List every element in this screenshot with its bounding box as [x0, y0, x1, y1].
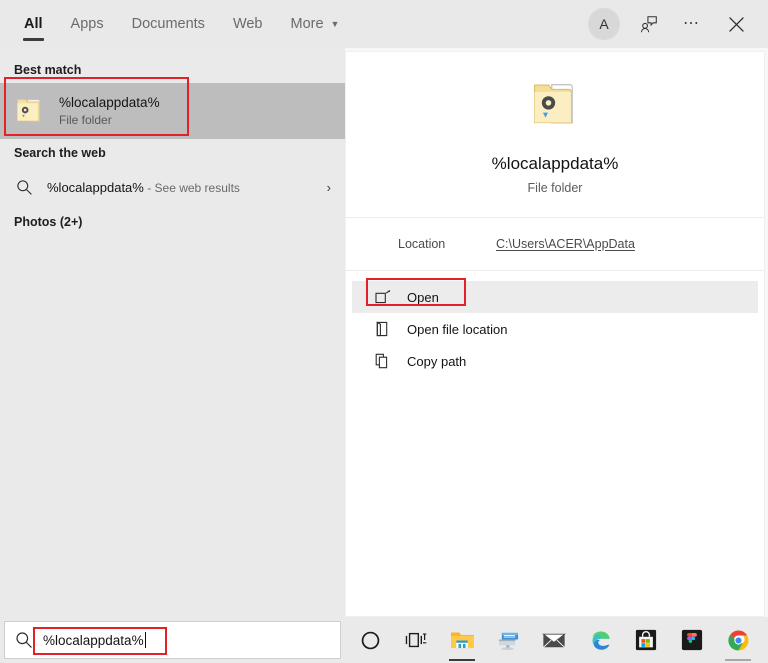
file-explorer-icon — [450, 631, 474, 648]
taskbar-microsoft-store[interactable] — [623, 617, 669, 663]
feedback-button[interactable] — [628, 4, 668, 44]
web-result-query: %localappdata% — [47, 179, 144, 195]
file-folder-icon — [17, 98, 41, 122]
tab-apps[interactable]: Apps — [57, 0, 118, 48]
web-result-text: %localappdata% - See web results — [47, 180, 240, 195]
search-filter-bar: All Apps Documents Web More ▼ A ⋯ — [0, 0, 768, 48]
tab-all[interactable]: All — [10, 0, 57, 48]
tab-apps-label: Apps — [70, 16, 104, 32]
detail-pane: %localappdata% File folder Location C:\U… — [345, 48, 768, 617]
taskbar-figma[interactable] — [669, 617, 715, 663]
taskbar-row: %localappdata% — [0, 617, 768, 663]
location-label: Location — [398, 237, 446, 251]
window-controls: A ⋯ — [584, 0, 768, 48]
result-item-subtitle: File folder — [59, 113, 112, 128]
tab-documents[interactable]: Documents — [118, 0, 219, 48]
action-copy-path[interactable]: Copy path — [352, 345, 758, 377]
taskbar-printer-device[interactable] — [485, 617, 531, 663]
tab-more-label: More — [290, 16, 324, 32]
figma-icon — [681, 629, 703, 651]
photos-heading: Photos (2+) — [14, 215, 83, 229]
location-row: Location C:\Users\ACER\AppData — [346, 218, 764, 271]
taskbar-icons — [341, 617, 768, 663]
close-button[interactable] — [716, 4, 756, 44]
close-icon — [728, 16, 744, 32]
chevron-down-icon: ▼ — [330, 18, 340, 29]
detail-hero: %localappdata% File folder — [346, 52, 764, 218]
best-match-heading: Best match — [14, 63, 82, 77]
microsoft-store-icon — [635, 629, 657, 651]
account-button[interactable]: A — [584, 4, 624, 44]
more-options-button[interactable]: ⋯ — [672, 4, 712, 44]
chevron-right-icon: › — [326, 179, 331, 195]
tab-documents-label: Documents — [131, 16, 205, 32]
folder-open-icon — [374, 321, 391, 338]
open-window-icon — [374, 289, 391, 306]
google-chrome-icon — [727, 630, 748, 650]
search-web-heading: Search the web — [14, 146, 106, 160]
avatar: A — [588, 8, 620, 40]
web-result-item[interactable]: %localappdata% - See web results › — [0, 166, 345, 208]
filter-tabs: All Apps Documents Web More ▼ — [0, 0, 353, 48]
tab-web-label: Web — [232, 16, 263, 32]
action-open[interactable]: Open — [352, 281, 758, 313]
action-list: Open Open file location Copy path — [346, 271, 764, 377]
taskbar-cortana[interactable] — [347, 617, 393, 663]
taskbar-chrome[interactable] — [715, 617, 761, 663]
search-body: Best match %localappdata% File folder Se… — [0, 48, 768, 617]
tab-web[interactable]: Web — [219, 0, 277, 48]
file-folder-icon — [533, 84, 573, 124]
result-item-title: %localappdata% — [59, 94, 160, 110]
detail-card: %localappdata% File folder Location C:\U… — [345, 51, 765, 617]
mail-icon — [542, 633, 566, 648]
action-open-label: Open — [407, 289, 439, 305]
search-icon — [15, 631, 33, 649]
windows-search-panel: All Apps Documents Web More ▼ A ⋯ Best m… — [0, 0, 768, 663]
action-open-file-location-label: Open file location — [407, 321, 508, 337]
tab-all-label: All — [24, 16, 43, 32]
detail-title: %localappdata% — [491, 154, 619, 173]
action-copy-path-label: Copy path — [407, 353, 467, 369]
detail-subtitle: File folder — [527, 181, 583, 195]
task-view-icon — [405, 632, 427, 647]
search-input-text: %localappdata% — [43, 633, 144, 648]
taskbar-mail[interactable] — [531, 617, 577, 663]
copy-icon — [374, 353, 391, 370]
more-options-icon: ⋯ — [683, 15, 701, 32]
taskbar-file-explorer[interactable] — [439, 617, 485, 663]
search-input-value: %localappdata% — [43, 632, 146, 648]
avatar-initial: A — [599, 16, 609, 32]
location-link[interactable]: C:\Users\ACER\AppData — [496, 237, 635, 251]
action-open-file-location[interactable]: Open file location — [352, 313, 758, 345]
search-icon — [17, 179, 32, 195]
cortana-icon — [361, 631, 379, 649]
text-cursor — [144, 632, 146, 648]
taskbar-task-view[interactable] — [393, 617, 439, 663]
web-result-suffix: - See web results — [143, 180, 240, 195]
taskbar-edge[interactable] — [577, 617, 623, 663]
tab-more[interactable]: More ▼ — [277, 0, 354, 48]
result-item-text: %localappdata% File folder — [59, 94, 160, 128]
feedback-icon — [640, 15, 657, 32]
printer-device-icon — [498, 632, 518, 650]
microsoft-edge-icon — [591, 630, 610, 650]
results-pane: Best match %localappdata% File folder Se… — [0, 48, 345, 617]
search-input[interactable]: %localappdata% — [4, 621, 341, 659]
result-item-best-match[interactable]: %localappdata% File folder — [0, 83, 345, 139]
